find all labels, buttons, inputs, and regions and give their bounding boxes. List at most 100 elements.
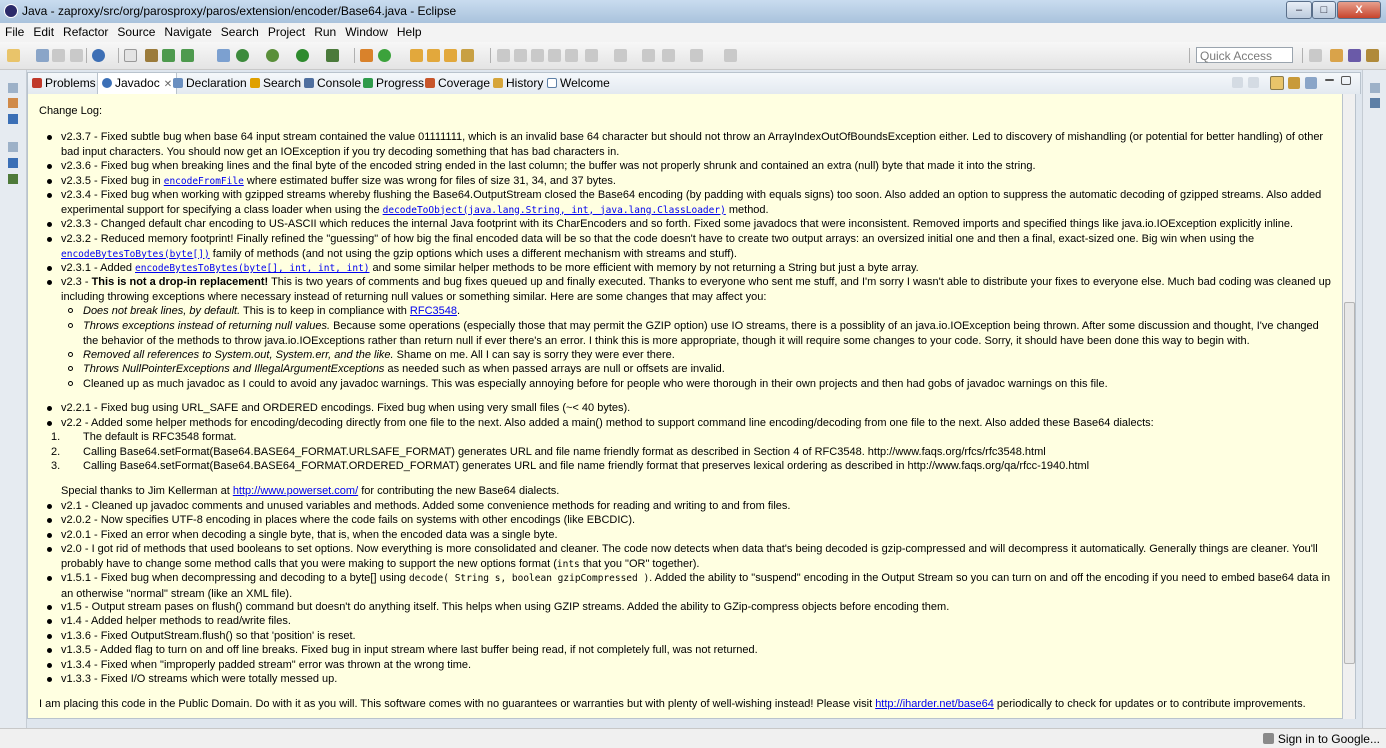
quick-access-input[interactable]: Quick Access [1196, 47, 1293, 63]
whitespace-icon[interactable] [514, 49, 527, 62]
mark-occurrences-icon[interactable] [145, 49, 158, 62]
history-forward-icon[interactable] [690, 49, 703, 62]
pin-icon[interactable] [565, 49, 578, 62]
menu-navigate[interactable]: Navigate [159, 23, 215, 39]
tab-progress[interactable]: Progress [363, 73, 424, 94]
powerset-link[interactable]: http://www.powerset.com/ [233, 485, 358, 497]
close-tab-icon[interactable]: ✕ [164, 79, 172, 90]
numbered-item: 1. The default is RFC3548 format. [51, 431, 237, 443]
tab-console[interactable]: Console [304, 73, 361, 94]
new-class-icon[interactable] [378, 49, 391, 62]
open-perspective-icon[interactable] [1309, 49, 1322, 62]
decode-to-object-link[interactable]: decodeToObject(java.lang.String, int, ja… [383, 204, 726, 216]
encode-from-file-link[interactable]: encodeFromFile [164, 175, 244, 187]
close-button[interactable]: X [1337, 1, 1381, 19]
forward-icon-view[interactable] [1248, 77, 1259, 88]
rfc3548-link[interactable]: RFC3548 [410, 305, 457, 317]
tab-search[interactable]: Search [250, 73, 301, 94]
minimize-button[interactable]: – [1286, 1, 1312, 19]
open-external-icon[interactable] [1305, 77, 1317, 89]
tab-coverage[interactable]: Coverage [425, 73, 490, 94]
sign-in-google[interactable]: Sign in to Google... [1262, 732, 1380, 746]
coverage-run-icon[interactable] [326, 49, 339, 62]
list-item: v2.3.7 - Fixed subtle bug when base 64 i… [39, 130, 1336, 159]
list-item: v1.5.1 - Fixed bug when decompressing an… [39, 571, 1336, 601]
list-item: v2.3.6 - Fixed bug when breaking lines a… [39, 159, 1336, 174]
pen-icon[interactable] [461, 49, 474, 62]
menu-help[interactable]: Help [392, 23, 426, 39]
last-edit-icon[interactable] [585, 49, 598, 62]
view-tab-bar: Problems Javadoc ✕ Declaration Search Con… [27, 72, 1361, 95]
annotation-icon[interactable] [497, 49, 510, 62]
debug-icon[interactable] [217, 49, 230, 62]
gear-icon[interactable] [266, 49, 279, 62]
menu-file[interactable]: File [0, 23, 28, 39]
minimize-view-icon[interactable] [1325, 79, 1334, 81]
run-icon[interactable] [296, 49, 309, 62]
open-task-icon[interactable] [427, 49, 440, 62]
new-package-icon[interactable] [360, 49, 373, 62]
save-icon[interactable] [36, 49, 49, 62]
restore-icon[interactable] [8, 83, 18, 93]
left-trim-bar [0, 70, 27, 730]
history-back-icon[interactable] [662, 49, 675, 62]
task-icon[interactable] [92, 49, 105, 62]
menu-refactor[interactable]: Refactor [58, 23, 112, 39]
task-list-icon[interactable] [1370, 98, 1380, 108]
back-icon[interactable] [614, 49, 627, 62]
tab-declaration[interactable]: Declaration [173, 73, 247, 94]
list-item: v2.3 - This is not a drop-in replacement… [39, 275, 1336, 304]
vertical-scrollbar[interactable] [1343, 94, 1356, 719]
toggle-breadcrumb-icon[interactable] [124, 49, 137, 62]
footer-paragraph: I am placing this code in the Public Dom… [39, 698, 1306, 710]
title-bar: Java - zaproxy/src/org/parosproxy/paros/… [0, 0, 1386, 24]
checkbox-icon[interactable] [181, 49, 194, 62]
menu-search[interactable]: Search [216, 23, 263, 39]
tab-history[interactable]: History [493, 73, 543, 94]
restore-icon-right[interactable] [1370, 83, 1380, 93]
prev-annotation-icon[interactable] [548, 49, 561, 62]
menu-run[interactable]: Run [309, 23, 340, 39]
java-ee-perspective-icon[interactable] [1330, 49, 1343, 62]
menu-source[interactable]: Source [112, 23, 159, 39]
block-selection-icon[interactable] [162, 49, 175, 62]
encode-bytes-to-bytes-int-link[interactable]: encodeBytesToBytes(byte[], int, int, int… [135, 262, 370, 274]
menu-window[interactable]: Window [340, 23, 392, 39]
tab-problems[interactable]: Problems [32, 73, 96, 94]
list-item: v1.3.3 - Fixed I/O streams which were to… [39, 672, 1336, 687]
iharder-link[interactable]: http://iharder.net/base64 [875, 698, 994, 710]
menu-edit[interactable]: Edit [28, 23, 58, 39]
open-type-icon[interactable] [410, 49, 423, 62]
bug-icon[interactable] [8, 174, 18, 184]
list-item: v2.0 - I got rid of methods that used bo… [39, 542, 1336, 572]
debug-perspective-icon[interactable] [1366, 49, 1379, 62]
back-icon-view[interactable] [1232, 77, 1243, 88]
java-perspective-icon[interactable] [1348, 49, 1361, 62]
restore-icon-2[interactable] [8, 142, 18, 152]
junit-icon[interactable] [8, 114, 18, 124]
tab-welcome[interactable]: Welcome [547, 73, 610, 94]
outline-icon[interactable] [8, 158, 18, 168]
new-icon[interactable] [7, 49, 20, 62]
forward-icon[interactable] [642, 49, 655, 62]
maximize-button[interactable]: □ [1312, 1, 1336, 19]
package-explorer-icon[interactable] [8, 98, 18, 108]
save-all-icon[interactable] [52, 49, 65, 62]
pin-editor-icon[interactable] [724, 49, 737, 62]
tab-label: History [506, 76, 544, 90]
list-item: v2.3.2 - Reduced memory footprint! Final… [39, 232, 1336, 262]
next-annotation-icon[interactable] [531, 49, 544, 62]
sign-in-label: Sign in to Google... [1277, 732, 1380, 746]
scrollbar-thumb[interactable] [1344, 302, 1355, 664]
sub-list-item: Throws NullPointerExceptions and Illegal… [39, 362, 1336, 377]
print-icon[interactable] [70, 49, 83, 62]
main-toolbar [0, 42, 1386, 70]
run-ext-icon[interactable] [236, 49, 249, 62]
maximize-view-icon[interactable] [1341, 76, 1351, 85]
open-folder-icon[interactable] [444, 49, 457, 62]
link-with-selection-icon[interactable] [1270, 76, 1284, 90]
encode-bytes-to-bytes-link[interactable]: encodeBytesToBytes(byte[]) [61, 248, 210, 260]
tab-javadoc[interactable]: Javadoc ✕ [97, 72, 178, 95]
open-input-icon[interactable] [1288, 77, 1300, 89]
menu-project[interactable]: Project [263, 23, 309, 39]
